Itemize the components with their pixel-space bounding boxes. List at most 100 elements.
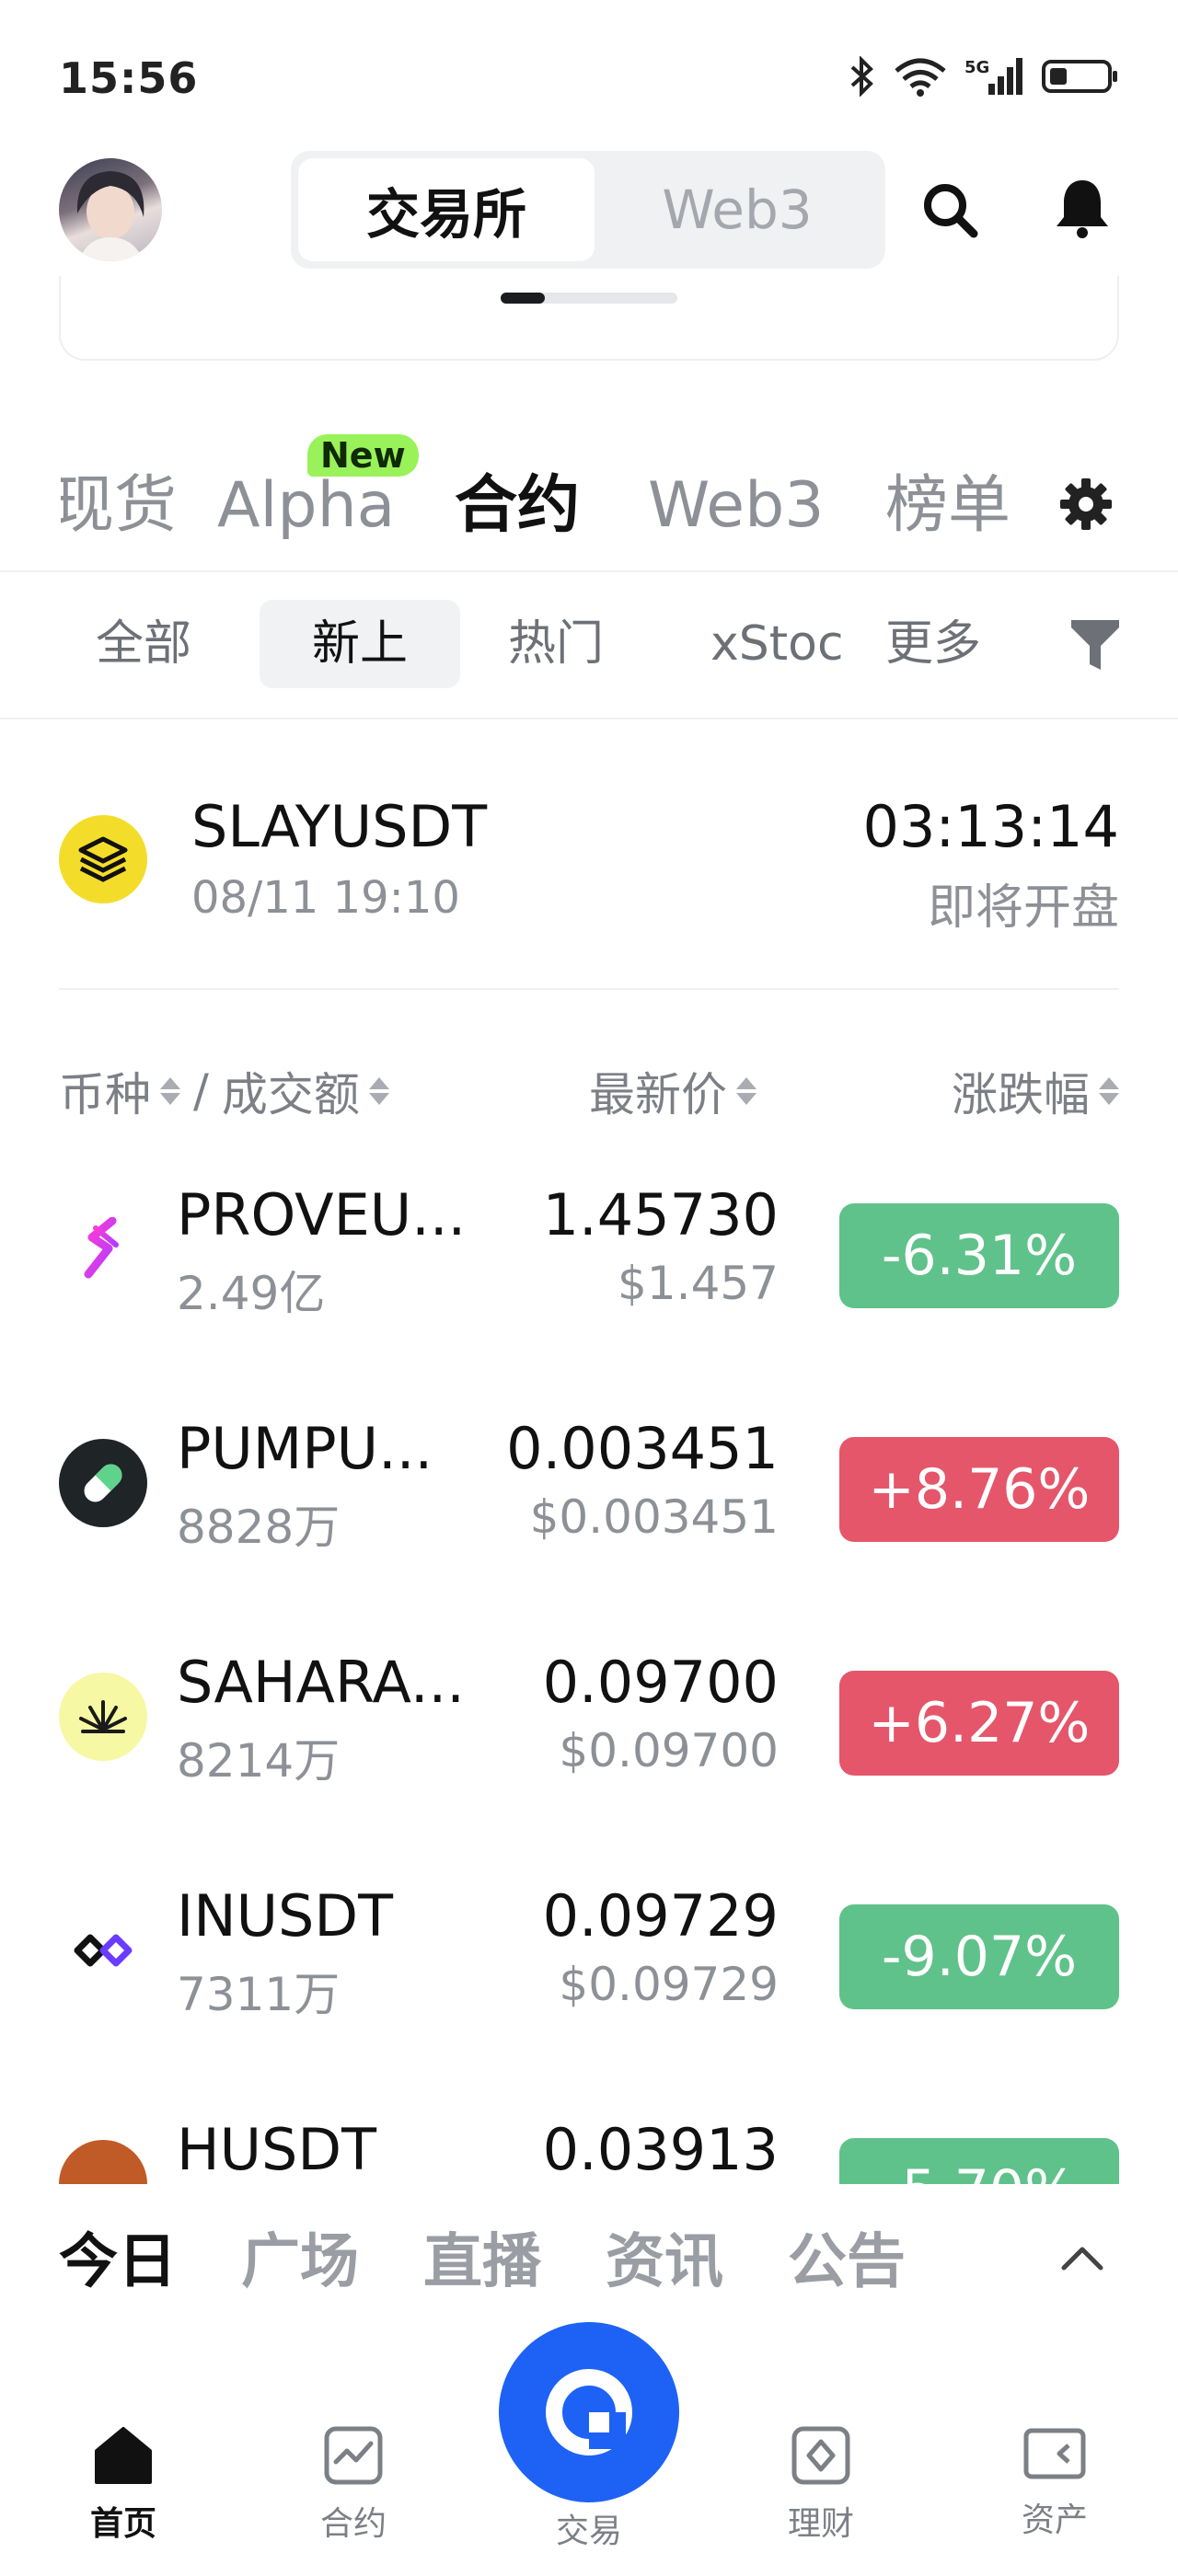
filter-hot[interactable]: 热门 — [508, 600, 637, 688]
filter-more[interactable]: 更多 — [885, 600, 1014, 688]
tab-rankings[interactable]: 榜单 — [885, 451, 1011, 561]
row-symbol: HUSDT — [177, 2116, 376, 2183]
sort-icon — [736, 1077, 756, 1105]
trade-button[interactable] — [499, 2322, 679, 2502]
gear-icon — [1060, 478, 1112, 530]
row-volume: 2.49亿 — [177, 1267, 326, 1320]
pill-icon — [84, 1464, 122, 1502]
row-volume: 7311万 — [177, 1968, 341, 2021]
nav-futures[interactable]: 合约 — [280, 2425, 427, 2545]
table-row[interactable]: HUSDT 0.03913 -5.70% — [0, 2076, 1178, 2184]
table-row[interactable]: PROVEU... 2.49亿 1.45730 $1.457 -6.31% — [0, 1141, 1178, 1374]
column-header-change[interactable]: 涨跌幅 — [952, 1058, 1119, 1124]
chain-icon — [74, 1934, 133, 1967]
row-change-badge: +6.27% — [839, 1671, 1119, 1776]
banner-pager — [501, 293, 677, 304]
column-header-coin[interactable]: 币种 / 成交额 — [59, 1058, 389, 1124]
row-change-badge: -9.07% — [839, 1904, 1119, 2009]
slay-logo — [59, 815, 147, 903]
row-volume: 8214万 — [177, 1734, 341, 1788]
banner-card[interactable] — [59, 276, 1119, 361]
pager-active-dot — [501, 293, 545, 304]
divider — [0, 570, 1178, 572]
header-price-label: 最新价 — [589, 1068, 727, 1121]
chevron-up-icon — [1061, 2247, 1103, 2271]
filter-all[interactable]: 全部 — [96, 600, 225, 688]
row-price: 0.09729 — [542, 1882, 779, 1949]
tab-square[interactable]: 广场 — [241, 2214, 359, 2299]
sort-icon — [1099, 1077, 1119, 1105]
featured-status: 即将开盘 — [927, 880, 1119, 936]
tab-futures[interactable]: 合约 — [455, 451, 580, 561]
nav-earn-label: 理财 — [787, 2505, 854, 2543]
row-symbol: SAHARA... — [177, 1649, 465, 1716]
row-usd-price: $0.09700 — [559, 1724, 779, 1777]
exchange-web3-switch: 交易所 Web3 — [291, 151, 885, 269]
filter-new-listing[interactable]: 新上 — [260, 600, 460, 688]
row-volume: 8828万 — [177, 1501, 341, 1554]
featured-datetime: 08/11 19:10 — [191, 872, 460, 924]
filter-xstocks[interactable]: xStoc — [710, 600, 847, 688]
h-logo — [59, 2140, 147, 2184]
battery-icon — [1042, 60, 1117, 93]
nav-trade-label: 交易 — [555, 2513, 622, 2550]
row-change-badge: -5.70% — [839, 2138, 1119, 2184]
row-price: 0.003451 — [506, 1415, 779, 1482]
sort-icon — [368, 1077, 389, 1105]
row-change-badge: +8.76% — [839, 1437, 1119, 1542]
tab-web3[interactable]: Web3 — [648, 451, 825, 561]
nav-home[interactable]: 首页 — [50, 2425, 197, 2545]
row-symbol: PROVEU... — [177, 1181, 467, 1248]
avatar-image — [76, 171, 144, 261]
table-row[interactable]: SAHARA... 8214万 0.09700 $0.09700 +6.27% — [0, 1608, 1178, 1842]
segment-exchange[interactable]: 交易所 — [298, 158, 595, 261]
tab-news[interactable]: 资讯 — [606, 2214, 723, 2299]
header-separator: / — [193, 1064, 209, 1118]
divider — [59, 988, 1119, 990]
pump-logo — [59, 1439, 147, 1527]
nav-assets[interactable]: 资产 — [981, 2425, 1128, 2541]
header-change-label: 涨跌幅 — [952, 1068, 1090, 1121]
featured-symbol[interactable]: SLAYUSDT — [191, 793, 487, 860]
segment-web3[interactable]: Web3 — [595, 158, 880, 261]
tab-announcements[interactable]: 公告 — [788, 2214, 906, 2299]
tab-live[interactable]: 直播 — [423, 2214, 541, 2299]
status-time: 15:56 — [59, 53, 199, 103]
new-badge: New — [307, 434, 419, 477]
wallet-icon — [1023, 2428, 1086, 2479]
search-button[interactable] — [913, 173, 987, 247]
sort-icon — [160, 1077, 180, 1105]
layers-icon — [78, 836, 128, 882]
expand-button[interactable] — [1045, 2221, 1119, 2294]
row-price: 0.09700 — [542, 1649, 779, 1716]
tab-spot[interactable]: 现货 — [61, 451, 177, 561]
filter-button[interactable] — [1058, 607, 1132, 681]
table-row[interactable]: PUMPU... 8828万 0.003451 $0.003451 +8.76% — [0, 1374, 1178, 1608]
row-price: 1.45730 — [542, 1181, 779, 1248]
featured-countdown: 03:13:14 — [862, 793, 1119, 860]
row-usd-price: $1.457 — [618, 1257, 779, 1310]
prove-icon — [84, 1217, 119, 1279]
row-price: 0.03913 — [542, 2116, 779, 2183]
avatar[interactable] — [59, 158, 162, 261]
settings-button[interactable] — [1049, 467, 1123, 541]
row-usd-price: $0.09729 — [559, 1958, 779, 2011]
column-header-price[interactable]: 最新价 — [589, 1058, 756, 1124]
tab-today[interactable]: 今日 — [59, 2214, 177, 2299]
sunburst-icon — [79, 1700, 127, 1733]
futures-list: PROVEU... 2.49亿 1.45730 $1.457 -6.31% PU… — [0, 1141, 1178, 2184]
table-row[interactable]: INUSDT 7311万 0.09729 $0.09729 -9.07% — [0, 1842, 1178, 2076]
home-icon — [95, 2427, 152, 2484]
bluetooth-icon — [850, 56, 873, 97]
notification-button[interactable] — [1045, 171, 1119, 245]
divider — [0, 718, 1178, 719]
wifi-icon — [895, 58, 946, 97]
inu-logo — [59, 1906, 147, 1995]
trade-logo-icon — [546, 2369, 632, 2455]
earn-icon — [791, 2426, 850, 2485]
signal-5g-icon: 5G — [964, 58, 1022, 95]
svg-text:5G: 5G — [964, 58, 989, 77]
content-tabs: 今日 广场 直播 资讯 公告 — [59, 2215, 906, 2298]
nav-earn[interactable]: 理财 — [747, 2425, 895, 2545]
prove-logo — [59, 1205, 147, 1294]
